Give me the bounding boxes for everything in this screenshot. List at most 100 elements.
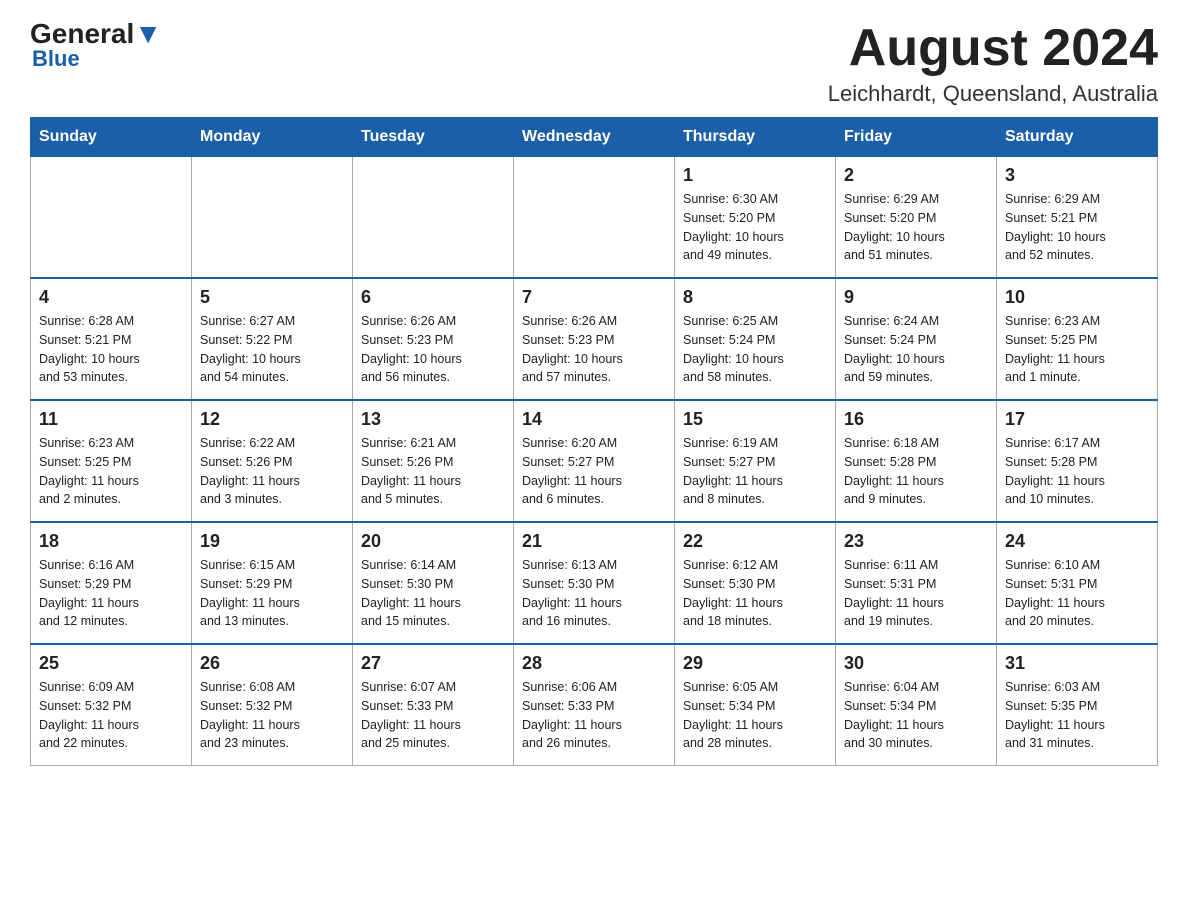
table-row: 15Sunrise: 6:19 AMSunset: 5:27 PMDayligh…	[675, 400, 836, 522]
logo-text: General▼	[30, 20, 162, 48]
table-row: 26 Sunrise: 6:08 AMSunset: 5:32 PMDayligh…	[192, 644, 353, 766]
table-row: 20 Sunrise: 6:14 AMSunset: 5:30 PMDayligh…	[353, 522, 514, 644]
col-friday: Friday	[836, 118, 997, 157]
table-row: 10 Sunrise: 6:23 AMSunset: 5:25 PMDayligh…	[997, 278, 1158, 400]
location-title: Leichhardt, Queensland, Australia	[828, 81, 1158, 107]
day-number: 28	[522, 653, 666, 674]
table-row: 6 Sunrise: 6:26 AMSunset: 5:23 PMDaylight…	[353, 278, 514, 400]
day-info: Sunrise: 6:27 AMSunset: 5:22 PMDaylight:…	[200, 312, 344, 387]
table-row: 23 Sunrise: 6:11 AMSunset: 5:31 PMDayligh…	[836, 522, 997, 644]
month-title: August 2024	[828, 20, 1158, 77]
day-info: Sunrise: 6:07 AMSunset: 5:33 PMDaylight:…	[361, 678, 505, 753]
calendar-week-row: 11Sunrise: 6:23 AMSunset: 5:25 PMDayligh…	[31, 400, 1158, 522]
day-number: 17	[1005, 409, 1149, 430]
day-number: 31	[1005, 653, 1149, 674]
day-info: Sunrise: 6:11 AMSunset: 5:31 PMDaylight:…	[844, 556, 988, 631]
day-number: 27	[361, 653, 505, 674]
day-number: 9	[844, 287, 988, 308]
logo: General▼ Blue	[30, 20, 162, 72]
day-info: Sunrise: 6:22 AMSunset: 5:26 PMDaylight:…	[200, 434, 344, 509]
col-saturday: Saturday	[997, 118, 1158, 157]
calendar-week-row: 25Sunrise: 6:09 AMSunset: 5:32 PMDayligh…	[31, 644, 1158, 766]
day-info: Sunrise: 6:26 AMSunset: 5:23 PMDaylight:…	[361, 312, 505, 387]
day-info: Sunrise: 6:15 AMSunset: 5:29 PMDaylight:…	[200, 556, 344, 631]
day-number: 5	[200, 287, 344, 308]
day-number: 7	[522, 287, 666, 308]
table-row: 13 Sunrise: 6:21 AMSunset: 5:26 PMDayligh…	[353, 400, 514, 522]
table-row: 2 Sunrise: 6:29 AMSunset: 5:20 PMDaylight…	[836, 157, 997, 279]
day-number: 1	[683, 165, 827, 186]
day-info: Sunrise: 6:05 AMSunset: 5:34 PMDaylight:…	[683, 678, 827, 753]
day-info: Sunrise: 6:08 AMSunset: 5:32 PMDaylight:…	[200, 678, 344, 753]
table-row: 4 Sunrise: 6:28 AMSunset: 5:21 PMDaylight…	[31, 278, 192, 400]
day-info: Sunrise: 6:06 AMSunset: 5:33 PMDaylight:…	[522, 678, 666, 753]
day-number: 12	[200, 409, 344, 430]
table-row: 7 Sunrise: 6:26 AMSunset: 5:23 PMDaylight…	[514, 278, 675, 400]
day-number: 14	[522, 409, 666, 430]
day-number: 22	[683, 531, 827, 552]
table-row: 21Sunrise: 6:13 AMSunset: 5:30 PMDayligh…	[514, 522, 675, 644]
day-number: 20	[361, 531, 505, 552]
table-row: 11Sunrise: 6:23 AMSunset: 5:25 PMDayligh…	[31, 400, 192, 522]
day-info: Sunrise: 6:29 AMSunset: 5:21 PMDaylight:…	[1005, 190, 1149, 265]
day-info: Sunrise: 6:28 AMSunset: 5:21 PMDaylight:…	[39, 312, 183, 387]
day-number: 13	[361, 409, 505, 430]
col-sunday: Sunday	[31, 118, 192, 157]
day-info: Sunrise: 6:26 AMSunset: 5:23 PMDaylight:…	[522, 312, 666, 387]
day-number: 21	[522, 531, 666, 552]
calendar-week-row: 1 Sunrise: 6:30 AMSunset: 5:20 PMDaylight…	[31, 157, 1158, 279]
table-row: 27 Sunrise: 6:07 AMSunset: 5:33 PMDayligh…	[353, 644, 514, 766]
day-info: Sunrise: 6:03 AMSunset: 5:35 PMDaylight:…	[1005, 678, 1149, 753]
day-info: Sunrise: 6:09 AMSunset: 5:32 PMDaylight:…	[39, 678, 183, 753]
table-row: 25Sunrise: 6:09 AMSunset: 5:32 PMDayligh…	[31, 644, 192, 766]
day-info: Sunrise: 6:20 AMSunset: 5:27 PMDaylight:…	[522, 434, 666, 509]
table-row	[192, 157, 353, 279]
day-info: Sunrise: 6:10 AMSunset: 5:31 PMDaylight:…	[1005, 556, 1149, 631]
day-info: Sunrise: 6:24 AMSunset: 5:24 PMDaylight:…	[844, 312, 988, 387]
day-number: 26	[200, 653, 344, 674]
logo-triangle-icon: ▼	[134, 18, 162, 49]
day-number: 23	[844, 531, 988, 552]
table-row: 24Sunrise: 6:10 AMSunset: 5:31 PMDayligh…	[997, 522, 1158, 644]
calendar-week-row: 4 Sunrise: 6:28 AMSunset: 5:21 PMDaylight…	[31, 278, 1158, 400]
table-row: 29 Sunrise: 6:05 AMSunset: 5:34 PMDayligh…	[675, 644, 836, 766]
day-info: Sunrise: 6:04 AMSunset: 5:34 PMDaylight:…	[844, 678, 988, 753]
table-row: 9 Sunrise: 6:24 AMSunset: 5:24 PMDaylight…	[836, 278, 997, 400]
day-number: 18	[39, 531, 183, 552]
table-row: 19Sunrise: 6:15 AMSunset: 5:29 PMDayligh…	[192, 522, 353, 644]
day-info: Sunrise: 6:19 AMSunset: 5:27 PMDaylight:…	[683, 434, 827, 509]
day-number: 2	[844, 165, 988, 186]
table-row: 5 Sunrise: 6:27 AMSunset: 5:22 PMDaylight…	[192, 278, 353, 400]
table-row: 8Sunrise: 6:25 AMSunset: 5:24 PMDaylight…	[675, 278, 836, 400]
day-info: Sunrise: 6:23 AMSunset: 5:25 PMDaylight:…	[1005, 312, 1149, 387]
table-row: 31 Sunrise: 6:03 AMSunset: 5:35 PMDayligh…	[997, 644, 1158, 766]
table-row: 14 Sunrise: 6:20 AMSunset: 5:27 PMDayligh…	[514, 400, 675, 522]
title-block: August 2024 Leichhardt, Queensland, Aust…	[828, 20, 1158, 107]
day-info: Sunrise: 6:17 AMSunset: 5:28 PMDaylight:…	[1005, 434, 1149, 509]
col-wednesday: Wednesday	[514, 118, 675, 157]
col-monday: Monday	[192, 118, 353, 157]
calendar-table: Sunday Monday Tuesday Wednesday Thursday…	[30, 117, 1158, 766]
table-row: 28 Sunrise: 6:06 AMSunset: 5:33 PMDayligh…	[514, 644, 675, 766]
table-row: 18 Sunrise: 6:16 AMSunset: 5:29 PMDayligh…	[31, 522, 192, 644]
table-row: 1 Sunrise: 6:30 AMSunset: 5:20 PMDaylight…	[675, 157, 836, 279]
day-info: Sunrise: 6:29 AMSunset: 5:20 PMDaylight:…	[844, 190, 988, 265]
day-info: Sunrise: 6:21 AMSunset: 5:26 PMDaylight:…	[361, 434, 505, 509]
day-info: Sunrise: 6:25 AMSunset: 5:24 PMDaylight:…	[683, 312, 827, 387]
page-header: General▼ Blue August 2024 Leichhardt, Qu…	[30, 20, 1158, 107]
table-row: 12 Sunrise: 6:22 AMSunset: 5:26 PMDayligh…	[192, 400, 353, 522]
day-number: 10	[1005, 287, 1149, 308]
day-number: 4	[39, 287, 183, 308]
table-row	[353, 157, 514, 279]
day-info: Sunrise: 6:30 AMSunset: 5:20 PMDaylight:…	[683, 190, 827, 265]
table-row: 22Sunrise: 6:12 AMSunset: 5:30 PMDayligh…	[675, 522, 836, 644]
day-info: Sunrise: 6:14 AMSunset: 5:30 PMDaylight:…	[361, 556, 505, 631]
logo-blue-label: Blue	[32, 46, 80, 72]
day-info: Sunrise: 6:16 AMSunset: 5:29 PMDaylight:…	[39, 556, 183, 631]
day-number: 6	[361, 287, 505, 308]
col-tuesday: Tuesday	[353, 118, 514, 157]
day-number: 30	[844, 653, 988, 674]
day-number: 29	[683, 653, 827, 674]
calendar-header-row: Sunday Monday Tuesday Wednesday Thursday…	[31, 118, 1158, 157]
day-number: 3	[1005, 165, 1149, 186]
